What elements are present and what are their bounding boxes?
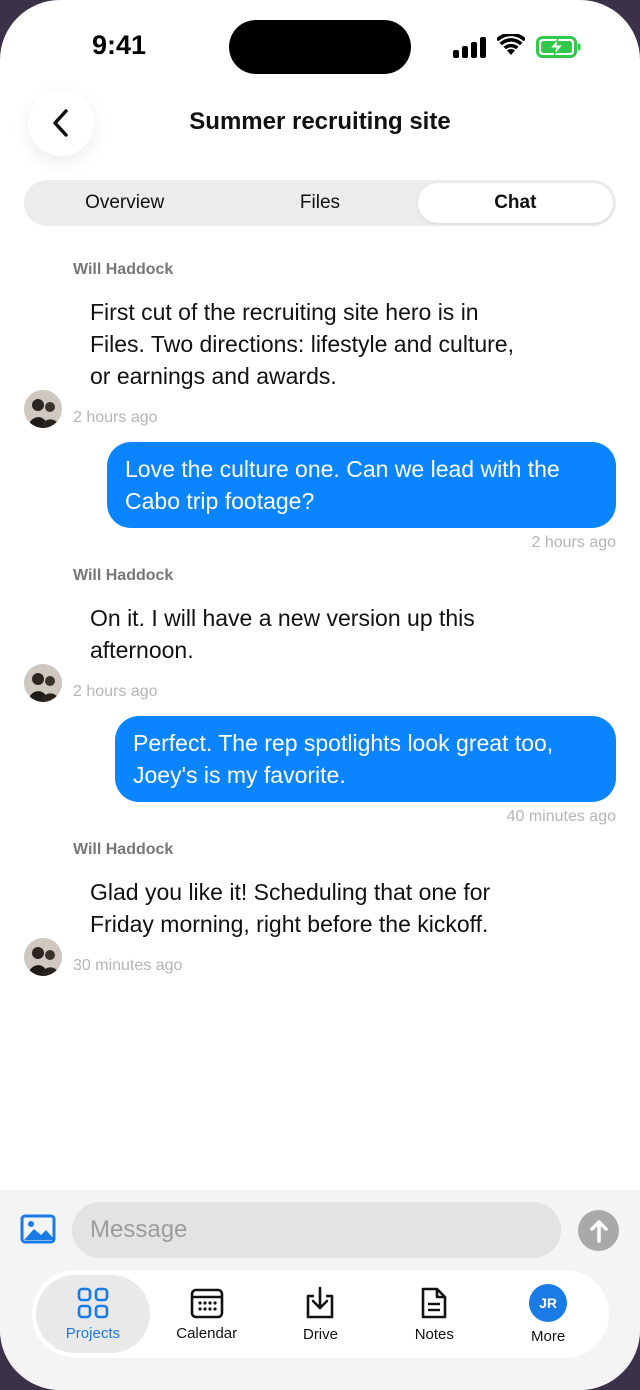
message-timestamp: 2 hours ago bbox=[73, 409, 158, 426]
message-sender: Will Haddock bbox=[73, 841, 174, 858]
arrow-up-icon bbox=[589, 1219, 608, 1243]
download-icon bbox=[307, 1286, 334, 1318]
sender-photo bbox=[24, 664, 62, 702]
avatar[interactable] bbox=[24, 664, 62, 702]
segmented-tabs: Overview Files Chat bbox=[24, 180, 616, 226]
battery-icon bbox=[536, 36, 581, 58]
send-button[interactable] bbox=[578, 1210, 619, 1251]
nav-label: Calendar bbox=[176, 1324, 238, 1342]
nav-item-drive[interactable]: Drive bbox=[264, 1275, 378, 1353]
nav-label: More bbox=[530, 1327, 566, 1345]
nav-label: Projects bbox=[65, 1324, 120, 1342]
message-timestamp: 30 minutes ago bbox=[73, 957, 183, 974]
tab-files[interactable]: Files bbox=[222, 183, 417, 223]
message-timestamp: 2 hours ago bbox=[73, 683, 158, 700]
dynamic-island bbox=[229, 20, 411, 74]
message-timestamp: 2 hours ago bbox=[531, 534, 616, 551]
tab-chat[interactable]: Chat bbox=[417, 183, 613, 223]
avatar[interactable] bbox=[24, 390, 62, 428]
message-timestamp: 40 minutes ago bbox=[506, 808, 616, 825]
nav-item-notes[interactable]: Notes bbox=[377, 1275, 491, 1353]
image-icon[interactable] bbox=[20, 1214, 56, 1244]
status-time: 9:41 bbox=[92, 30, 147, 60]
page-title: Summer recruiting site bbox=[189, 108, 451, 135]
signal-icon bbox=[453, 36, 489, 58]
incoming-message: Glad you like it! Scheduling that one fo… bbox=[90, 879, 491, 937]
message-sender: Will Haddock bbox=[73, 261, 174, 278]
avatar[interactable] bbox=[24, 938, 62, 976]
tab-overview[interactable]: Overview bbox=[27, 183, 222, 223]
phone-screen: 9:41 Summer recruiting site Overview Fil… bbox=[0, 0, 640, 1390]
nav-label: Notes bbox=[414, 1325, 454, 1343]
grid-icon bbox=[77, 1287, 109, 1318]
message-sender: Will Haddock bbox=[73, 567, 174, 584]
nav-label: Drive bbox=[302, 1325, 338, 1343]
bottom-nav: Projects Calendar Drive Notes JR More bbox=[32, 1270, 609, 1358]
nav-item-more[interactable]: JR More bbox=[491, 1275, 605, 1353]
wifi-icon bbox=[497, 34, 525, 55]
outgoing-message: Love the culture one. Can we lead with t… bbox=[107, 442, 616, 528]
calendar-icon bbox=[190, 1288, 223, 1318]
document-icon bbox=[421, 1287, 447, 1318]
incoming-message: On it. I will have a new version up this… bbox=[90, 605, 475, 663]
user-avatar: JR bbox=[529, 1283, 568, 1322]
message-input[interactable] bbox=[72, 1202, 561, 1258]
nav-item-projects[interactable]: Projects bbox=[36, 1275, 150, 1353]
sender-photo bbox=[24, 938, 62, 976]
incoming-message: First cut of the recruiting site hero is… bbox=[90, 299, 514, 389]
nav-item-calendar[interactable]: Calendar bbox=[150, 1275, 264, 1353]
outgoing-message: Perfect. The rep spotlights look great t… bbox=[115, 716, 616, 802]
sender-photo bbox=[24, 390, 62, 428]
